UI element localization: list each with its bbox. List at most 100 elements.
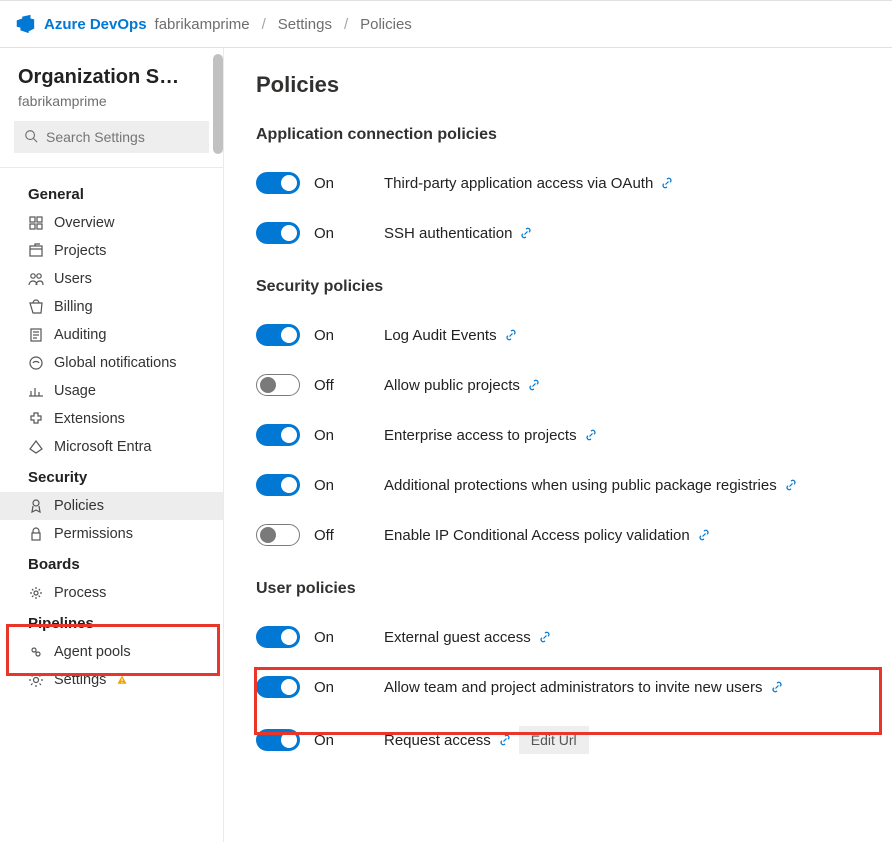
org-name: fabrikamprime bbox=[0, 89, 223, 121]
toggle-switch[interactable] bbox=[256, 474, 300, 496]
toggle-state-label: On bbox=[314, 225, 344, 242]
breadcrumb-header: Azure DevOps fabrikamprime / Settings / … bbox=[0, 0, 892, 48]
toggle-state-label: Off bbox=[314, 527, 344, 544]
sidebar-item-settings[interactable]: Settings bbox=[0, 666, 223, 694]
policy-row: OnAdditional protections when using publ… bbox=[256, 460, 872, 510]
sidebar-item-usage[interactable]: Usage bbox=[0, 377, 223, 405]
sidebar-item-permissions[interactable]: Permissions bbox=[0, 520, 223, 548]
toggle-switch[interactable] bbox=[256, 424, 300, 446]
policy-label: Additional protections when using public… bbox=[384, 477, 797, 494]
sidebar-item-users[interactable]: Users bbox=[0, 265, 223, 293]
nav-group-title: Boards bbox=[0, 548, 223, 579]
policy-row: On SSH authentication bbox=[256, 208, 872, 258]
toggle-state-label: On bbox=[314, 327, 344, 344]
entra-icon bbox=[28, 439, 44, 455]
link-icon[interactable] bbox=[661, 177, 673, 189]
toggle-switch[interactable] bbox=[256, 676, 300, 698]
breadcrumb-policies[interactable]: Policies bbox=[360, 16, 412, 33]
sidebar: Organization S… fabrikamprime GeneralOve… bbox=[0, 48, 224, 842]
nav-group-title: General bbox=[0, 178, 223, 209]
sidebar-item-label: Agent pools bbox=[54, 644, 131, 660]
process-icon bbox=[28, 585, 44, 601]
toggle-state-label: On bbox=[314, 175, 344, 192]
search-settings[interactable] bbox=[14, 121, 209, 153]
policy-label: Third-party application access via OAuth bbox=[384, 175, 673, 192]
search-input[interactable] bbox=[46, 129, 199, 145]
policy-row: On Request access Edit Url bbox=[256, 712, 872, 768]
sidebar-item-projects[interactable]: Projects bbox=[0, 237, 223, 265]
toggle-switch[interactable] bbox=[256, 374, 300, 396]
policy-row: On Allow team and project administrators … bbox=[256, 662, 872, 712]
policy-label-text: Additional protections when using public… bbox=[384, 477, 777, 494]
policy-label-text: Allow team and project administrators to… bbox=[384, 679, 763, 696]
policy-label-text: Log Audit Events bbox=[384, 327, 497, 344]
toggle-switch[interactable] bbox=[256, 222, 300, 244]
sidebar-item-process[interactable]: Process bbox=[0, 579, 223, 607]
agentpools-icon bbox=[28, 644, 44, 660]
link-icon[interactable] bbox=[520, 227, 532, 239]
policy-label-text: Request access bbox=[384, 732, 491, 749]
sidebar-item-label: Projects bbox=[54, 243, 106, 259]
scrollbar-thumb[interactable] bbox=[213, 54, 223, 154]
policy-label: SSH authentication bbox=[384, 225, 532, 242]
sidebar-item-auditing[interactable]: Auditing bbox=[0, 321, 223, 349]
search-icon bbox=[24, 129, 38, 146]
sidebar-item-billing[interactable]: Billing bbox=[0, 293, 223, 321]
policy-label: Allow public projects bbox=[384, 377, 540, 394]
sidebar-item-policies[interactable]: Policies bbox=[0, 492, 223, 520]
sidebar-item-global-notifications[interactable]: Global notifications bbox=[0, 349, 223, 377]
link-icon[interactable] bbox=[528, 379, 540, 391]
toggle-state-label: On bbox=[314, 679, 344, 696]
breadcrumb-separator: / bbox=[258, 16, 270, 33]
sidebar-item-agent-pools[interactable]: Agent pools bbox=[0, 638, 223, 666]
policy-label-text: Allow public projects bbox=[384, 377, 520, 394]
policy-label-text: Enable IP Conditional Access policy vali… bbox=[384, 527, 690, 544]
policy-label: Enable IP Conditional Access policy vali… bbox=[384, 527, 710, 544]
toggle-switch[interactable] bbox=[256, 626, 300, 648]
sidebar-item-label: Microsoft Entra bbox=[54, 439, 152, 455]
link-icon[interactable] bbox=[698, 529, 710, 541]
policy-row: Off Enable IP Conditional Access policy v… bbox=[256, 510, 872, 560]
sidebar-item-overview[interactable]: Overview bbox=[0, 209, 223, 237]
section-title: Security policies bbox=[256, 278, 872, 296]
page-title: Policies bbox=[256, 72, 872, 98]
policy-row: On Log Audit Events bbox=[256, 310, 872, 360]
extensions-icon bbox=[28, 411, 44, 427]
billing-icon bbox=[28, 299, 44, 315]
policy-label: Log Audit Events bbox=[384, 327, 517, 344]
link-icon[interactable] bbox=[771, 681, 783, 693]
sidebar-item-label: Billing bbox=[54, 299, 93, 315]
policy-label: External guest access bbox=[384, 629, 551, 646]
breadcrumb-org[interactable]: fabrikamprime bbox=[155, 16, 250, 33]
brand-link[interactable]: Azure DevOps bbox=[44, 16, 147, 33]
sidebar-item-extensions[interactable]: Extensions bbox=[0, 405, 223, 433]
sidebar-item-label: Users bbox=[54, 271, 92, 287]
policy-label: Request access Edit Url bbox=[384, 726, 589, 754]
toggle-switch[interactable] bbox=[256, 172, 300, 194]
projects-icon bbox=[28, 243, 44, 259]
policy-label-text: Third-party application access via OAuth bbox=[384, 175, 653, 192]
link-icon[interactable] bbox=[505, 329, 517, 341]
breadcrumb-settings[interactable]: Settings bbox=[278, 16, 332, 33]
toggle-switch[interactable] bbox=[256, 324, 300, 346]
usage-icon bbox=[28, 383, 44, 399]
sidebar-item-label: Settings bbox=[54, 672, 106, 688]
policy-label-text: External guest access bbox=[384, 629, 531, 646]
nav-group-title: Pipelines bbox=[0, 607, 223, 638]
policy-label-text: Enterprise access to projects bbox=[384, 427, 577, 444]
link-icon[interactable] bbox=[539, 631, 551, 643]
link-icon[interactable] bbox=[499, 734, 511, 746]
policy-row: OnExternal guest access bbox=[256, 612, 872, 662]
overview-icon bbox=[28, 215, 44, 231]
sidebar-item-microsoft-entra[interactable]: Microsoft Entra bbox=[0, 433, 223, 461]
policy-label: Enterprise access to projects bbox=[384, 427, 597, 444]
policy-row: On Third-party application access via OAu… bbox=[256, 158, 872, 208]
link-icon[interactable] bbox=[785, 479, 797, 491]
toggle-switch[interactable] bbox=[256, 729, 300, 751]
toggle-state-label: On bbox=[314, 427, 344, 444]
notifications-icon bbox=[28, 355, 44, 371]
toggle-switch[interactable] bbox=[256, 524, 300, 546]
edit-url-button[interactable]: Edit Url bbox=[519, 726, 589, 754]
link-icon[interactable] bbox=[585, 429, 597, 441]
toggle-state-label: On bbox=[314, 732, 344, 749]
